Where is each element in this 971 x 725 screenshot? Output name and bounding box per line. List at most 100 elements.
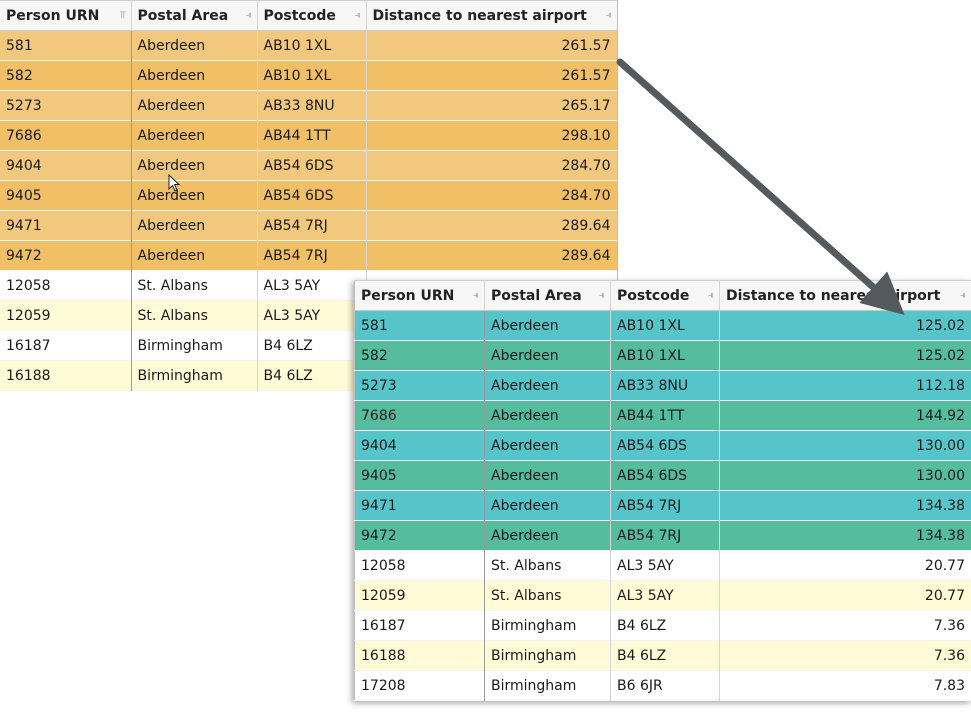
cell-person-urn[interactable]: 5273 [354,370,485,401]
column-header-distance[interactable]: Distance to nearest airport ⫣ [366,0,618,31]
cell-distance[interactable]: 261.57 [366,60,618,91]
cell-person-urn[interactable]: 7686 [0,120,132,151]
cell-postcode[interactable]: AB54 6DS [257,150,367,181]
table-row[interactable]: 9472 Aberdeen AB54 7RJ 134.38 [354,520,971,551]
cell-postal-area[interactable]: Aberdeen [131,90,258,121]
cell-distance[interactable]: 261.57 [366,30,618,61]
column-header-postcode[interactable]: Postcode ⫣ [610,280,720,311]
cell-postcode[interactable]: AB54 6DS [257,180,367,211]
cell-distance[interactable]: 112.18 [719,370,971,401]
cell-postcode[interactable]: AB33 8NU [257,90,367,121]
table-row[interactable]: 581 Aberdeen AB10 1XL 125.02 [354,310,971,341]
table-row[interactable]: 9472 Aberdeen AB54 7RJ 289.64 [0,240,618,271]
cell-postcode[interactable]: AB10 1XL [257,60,367,91]
cell-postcode[interactable]: B4 6LZ [257,360,367,391]
cell-person-urn[interactable]: 582 [354,340,485,371]
cell-postal-area[interactable]: Aberdeen [484,460,611,491]
cell-postcode[interactable]: AB10 1XL [610,310,720,341]
cell-distance[interactable]: 125.02 [719,340,971,371]
cell-postcode[interactable]: AL3 5AY [257,270,367,301]
cell-postal-area[interactable]: St. Albans [131,270,258,301]
cell-person-urn[interactable]: 9405 [354,460,485,491]
cell-postcode[interactable]: AB10 1XL [257,30,367,61]
column-header-person-urn[interactable]: Person URN ⫣ [354,280,485,311]
cell-postal-area[interactable]: Aberdeen [131,30,258,61]
cell-person-urn[interactable]: 9472 [0,240,132,271]
cell-distance[interactable]: 289.64 [366,240,618,271]
cell-distance[interactable]: 130.00 [719,430,971,461]
cell-person-urn[interactable]: 16188 [0,360,132,391]
cell-postal-area[interactable]: Aberdeen [484,490,611,521]
cell-postal-area[interactable]: Aberdeen [131,120,258,151]
table-row[interactable]: 581 Aberdeen AB10 1XL 261.57 [0,30,618,61]
cell-postal-area[interactable]: St. Albans [484,550,611,581]
table-row[interactable]: 582 Aberdeen AB10 1XL 125.02 [354,340,971,371]
cell-person-urn[interactable]: 9472 [354,520,485,551]
cell-person-urn[interactable]: 9471 [354,490,485,521]
column-header-postal-area[interactable]: Postal Area ⫣ [484,280,611,311]
cell-postal-area[interactable]: Aberdeen [484,370,611,401]
table-row[interactable]: 9404 Aberdeen AB54 6DS 130.00 [354,430,971,461]
cell-person-urn[interactable]: 5273 [0,90,132,121]
cell-postal-area[interactable]: Birmingham [484,640,611,671]
table-row[interactable]: 16188 Birmingham B4 6LZ 7.36 [354,640,971,671]
table-row[interactable]: 12059 St. Albans AL3 5AY 20.77 [354,580,971,611]
cell-person-urn[interactable]: 581 [354,310,485,341]
pin-icon[interactable]: ⫣ [606,10,612,21]
cell-postal-area[interactable]: Aberdeen [131,150,258,181]
cell-person-urn[interactable]: 12059 [354,580,485,611]
table-row[interactable]: 9471 Aberdeen AB54 7RJ 134.38 [354,490,971,521]
cell-postcode[interactable]: AB44 1TT [610,400,720,431]
table-row[interactable]: 5273 Aberdeen AB33 8NU 112.18 [354,370,971,401]
table-row[interactable]: 5273 Aberdeen AB33 8NU 265.17 [0,90,618,121]
table-row[interactable]: 16187 Birmingham B4 6LZ 7.36 [354,610,971,641]
cell-person-urn[interactable]: 12059 [0,300,132,331]
cell-person-urn[interactable]: 12058 [0,270,132,301]
cell-postal-area[interactable]: Aberdeen [484,340,611,371]
cell-postal-area[interactable]: Birmingham [131,360,258,391]
table-row[interactable]: 582 Aberdeen AB10 1XL 261.57 [0,60,618,91]
cell-postcode[interactable]: AB54 7RJ [257,210,367,241]
cell-distance[interactable]: 20.77 [719,550,971,581]
pin-icon[interactable]: ⫣ [960,290,966,301]
cell-postal-area[interactable]: Aberdeen [484,430,611,461]
cell-person-urn[interactable]: 16188 [354,640,485,671]
pin-icon[interactable]: ⫣ [246,10,252,21]
cell-postal-area[interactable]: Aberdeen [131,210,258,241]
cell-distance[interactable]: 125.02 [719,310,971,341]
cell-postcode[interactable]: AB54 6DS [610,460,720,491]
table-row[interactable]: 12058 St. Albans AL3 5AY 20.77 [354,550,971,581]
cell-postcode[interactable]: AB10 1XL [610,340,720,371]
pin-icon[interactable]: ⫣ [355,10,361,21]
pin-icon[interactable]: ⫣ [473,290,479,301]
cell-person-urn[interactable]: 9404 [0,150,132,181]
cell-distance[interactable]: 289.64 [366,210,618,241]
cell-postal-area[interactable]: Aberdeen [484,520,611,551]
cell-postcode[interactable]: AL3 5AY [257,300,367,331]
cell-postcode[interactable]: AB33 8NU [610,370,720,401]
column-header-distance[interactable]: Distance to nearest airport ⫣ [719,280,971,311]
cell-distance[interactable]: 7.36 [719,640,971,671]
cell-distance[interactable]: 20.77 [719,580,971,611]
table-row[interactable]: 9471 Aberdeen AB54 7RJ 289.64 [0,210,618,241]
cell-postcode[interactable]: AB54 7RJ [610,520,720,551]
cell-postal-area[interactable]: Aberdeen [484,400,611,431]
cell-person-urn[interactable]: 17208 [354,670,485,701]
cell-postal-area[interactable]: Aberdeen [131,240,258,271]
cell-postcode[interactable]: B4 6LZ [257,330,367,361]
cell-distance[interactable]: 284.70 [366,180,618,211]
cell-postal-area[interactable]: Aberdeen [484,310,611,341]
cell-postcode[interactable]: B6 6JR [610,670,720,701]
table-row[interactable]: 17208 Birmingham B6 6JR 7.83 [354,670,971,701]
cell-postcode[interactable]: B4 6LZ [610,610,720,641]
table-row[interactable]: 7686 Aberdeen AB44 1TT 144.92 [354,400,971,431]
table-row[interactable]: 9405 Aberdeen AB54 6DS 130.00 [354,460,971,491]
pin-icon[interactable]: ⫪ [120,10,126,21]
cell-person-urn[interactable]: 16187 [0,330,132,361]
cell-postal-area[interactable]: Birmingham [131,330,258,361]
cell-postcode[interactable]: AL3 5AY [610,580,720,611]
cell-person-urn[interactable]: 9404 [354,430,485,461]
cell-postal-area[interactable]: Aberdeen [131,60,258,91]
cell-distance[interactable]: 7.36 [719,610,971,641]
cell-postcode[interactable]: AL3 5AY [610,550,720,581]
